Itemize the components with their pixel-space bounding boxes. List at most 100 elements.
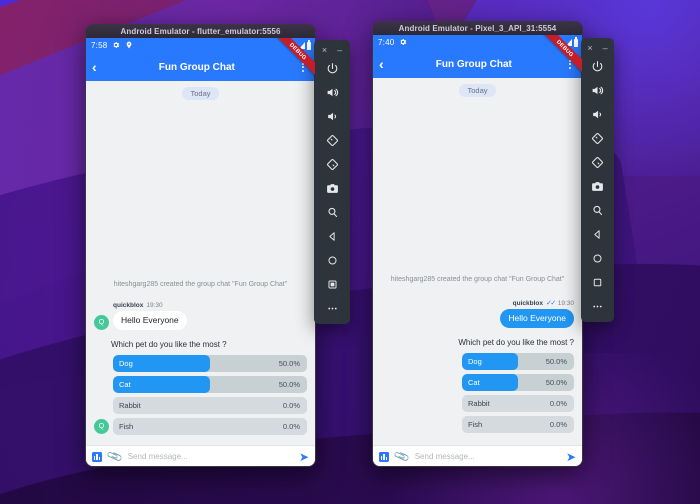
system-message: hiteshgarg285 created the group chat "Fu… xyxy=(113,281,288,289)
emulator-title-left[interactable]: Android Emulator - flutter_emulator:5556 xyxy=(86,25,315,38)
message-input-bar-left[interactable]: 📎 Send message... ➤ xyxy=(86,445,315,466)
message-input-bar-right[interactable]: 📎 Send message... ➤ xyxy=(373,445,582,466)
wifi-icon xyxy=(289,42,297,49)
rotate-right-icon[interactable] xyxy=(585,150,611,174)
emulator-toolbar-right[interactable]: × – xyxy=(581,38,614,322)
system-message: hiteshgarg285 created the group chat "Fu… xyxy=(390,276,565,284)
more-icon[interactable] xyxy=(319,296,345,320)
poll-option-percent: 0.0% xyxy=(282,422,300,431)
android-status-bar-right: 7:40 xyxy=(373,35,582,50)
emulator-window-left[interactable]: Android Emulator - flutter_emulator:5556… xyxy=(85,24,316,467)
poll-option[interactable]: Rabbit 0.0% xyxy=(462,395,574,412)
poll-option-percent: 50.0% xyxy=(278,359,300,368)
message-row[interactable]: Q quickblox 19:30 Hello Everyone xyxy=(86,302,315,330)
date-separator: Today xyxy=(86,81,315,100)
overview-icon[interactable] xyxy=(319,272,345,296)
status-right-icons xyxy=(556,35,578,50)
poll-option[interactable]: Rabbit 0.0% xyxy=(113,397,307,414)
volume-down-icon[interactable] xyxy=(585,102,611,126)
avatar: Q xyxy=(94,315,109,330)
emulator-screen-left[interactable]: 7:58 ‹ Fun Group Chat DEBUG Today hitesh… xyxy=(86,38,315,466)
poll-row-wrap: Q Dog 50.0% Cat 50.0% Rabbit 0.0% Fish 0… xyxy=(86,355,315,435)
chat-body-right[interactable]: Today hiteshgarg285 created the group ch… xyxy=(373,78,582,445)
message-row[interactable]: quickblox ✓✓ 19:30 Hello Everyone xyxy=(373,299,582,328)
poll-option[interactable]: Cat 50.0% xyxy=(462,374,574,391)
status-right-icons xyxy=(289,38,311,53)
rotate-left-icon[interactable] xyxy=(585,126,611,150)
date-pill: Today xyxy=(182,87,219,100)
location-pin-icon xyxy=(125,41,133,51)
back-icon[interactable] xyxy=(585,222,611,246)
poll-question: Which pet do you like the most ? xyxy=(458,338,574,347)
minimize-icon[interactable]: – xyxy=(337,45,342,55)
chat-body-left[interactable]: Today hiteshgarg285 created the group ch… xyxy=(86,81,315,445)
poll-option-label: Fish xyxy=(468,420,483,429)
message-column: quickblox 19:30 Hello Everyone xyxy=(113,302,187,330)
poll-option[interactable]: Fish 0.0% xyxy=(462,416,574,433)
volume-down-icon[interactable] xyxy=(319,104,345,128)
wifi-icon xyxy=(556,39,564,46)
date-pill: Today xyxy=(459,84,496,97)
send-icon[interactable]: ➤ xyxy=(566,451,576,463)
poll-options-right[interactable]: Dog 50.0% Cat 50.0% Rabbit 0.0% Fish 0.0… xyxy=(462,353,574,433)
battery-icon xyxy=(574,37,578,47)
emulator-window-right[interactable]: Android Emulator - Pixel_3_API_31:5554 7… xyxy=(372,21,583,467)
overflow-menu-icon[interactable] xyxy=(564,59,576,69)
poll-option[interactable]: Cat 50.0% xyxy=(113,376,307,393)
send-icon[interactable]: ➤ xyxy=(299,451,309,463)
emulator-frame-right: Android Emulator - Pixel_3_API_31:5554 7… xyxy=(372,21,583,467)
message-bubble[interactable]: Hello Everyone xyxy=(500,309,574,328)
message-bubble[interactable]: Hello Everyone xyxy=(113,311,187,330)
poll-option[interactable]: Fish 0.0% xyxy=(113,418,307,435)
poll-options-left[interactable]: Dog 50.0% Cat 50.0% Rabbit 0.0% Fish 0.0… xyxy=(113,355,307,435)
paperclip-icon[interactable]: 📎 xyxy=(393,448,410,466)
minimize-icon[interactable]: – xyxy=(603,43,608,53)
poll-option-percent: 0.0% xyxy=(282,401,300,410)
overflow-menu-icon[interactable] xyxy=(297,62,309,72)
zoom-icon[interactable] xyxy=(319,200,345,224)
poll-option-label: Fish xyxy=(119,422,134,431)
toolbar-window-controls[interactable]: × – xyxy=(581,42,614,54)
home-icon[interactable] xyxy=(319,248,345,272)
poll-option-label: Dog xyxy=(468,357,482,366)
screenshot-camera-icon[interactable] xyxy=(585,174,611,198)
poll-option-percent: 50.0% xyxy=(545,357,567,366)
volume-up-icon[interactable] xyxy=(319,80,345,104)
toolbar-window-controls[interactable]: × – xyxy=(314,44,350,56)
rotate-right-icon[interactable] xyxy=(319,152,345,176)
close-icon[interactable]: × xyxy=(322,45,327,55)
zoom-icon[interactable] xyxy=(585,198,611,222)
poll-option[interactable]: Dog 50.0% xyxy=(462,353,574,370)
power-icon[interactable] xyxy=(585,54,611,78)
battery-icon xyxy=(307,40,311,50)
poll-option-percent: 0.0% xyxy=(549,420,567,429)
message-time: 19:30 xyxy=(557,299,574,307)
message-time: 19:30 xyxy=(146,302,163,310)
poll-chart-icon[interactable] xyxy=(92,451,102,462)
poll-option[interactable]: Dog 50.0% xyxy=(113,355,307,372)
poll-question: Which pet do you like the most ? xyxy=(111,340,227,349)
rotate-left-icon[interactable] xyxy=(319,128,345,152)
home-icon[interactable] xyxy=(585,246,611,270)
paperclip-icon[interactable]: 📎 xyxy=(106,448,123,466)
emulator-toolbar-left[interactable]: × – xyxy=(314,40,350,324)
overview-icon[interactable] xyxy=(585,270,611,294)
message-meta: quickblox 19:30 xyxy=(113,302,187,309)
emulator-screen-right[interactable]: 7:40 ‹ Fun Group Chat DEBUG Today hitesh… xyxy=(373,35,582,466)
poll-option-label: Dog xyxy=(119,359,133,368)
status-time: 7:40 xyxy=(378,38,395,47)
power-icon[interactable] xyxy=(319,56,345,80)
close-icon[interactable]: × xyxy=(587,43,592,53)
volume-up-icon[interactable] xyxy=(585,78,611,102)
poll-option-percent: 50.0% xyxy=(278,380,300,389)
more-icon[interactable] xyxy=(585,294,611,318)
poll-chart-icon[interactable] xyxy=(379,451,389,462)
back-icon[interactable] xyxy=(319,224,345,248)
screenshot-camera-icon[interactable] xyxy=(319,176,345,200)
signal-icon xyxy=(566,39,572,46)
poll-option-label: Cat xyxy=(468,378,480,387)
page-title: Fun Group Chat xyxy=(158,61,235,73)
message-input[interactable]: Send message... xyxy=(128,452,293,461)
message-input[interactable]: Send message... xyxy=(415,452,560,461)
emulator-title-right[interactable]: Android Emulator - Pixel_3_API_31:5554 xyxy=(373,22,582,35)
